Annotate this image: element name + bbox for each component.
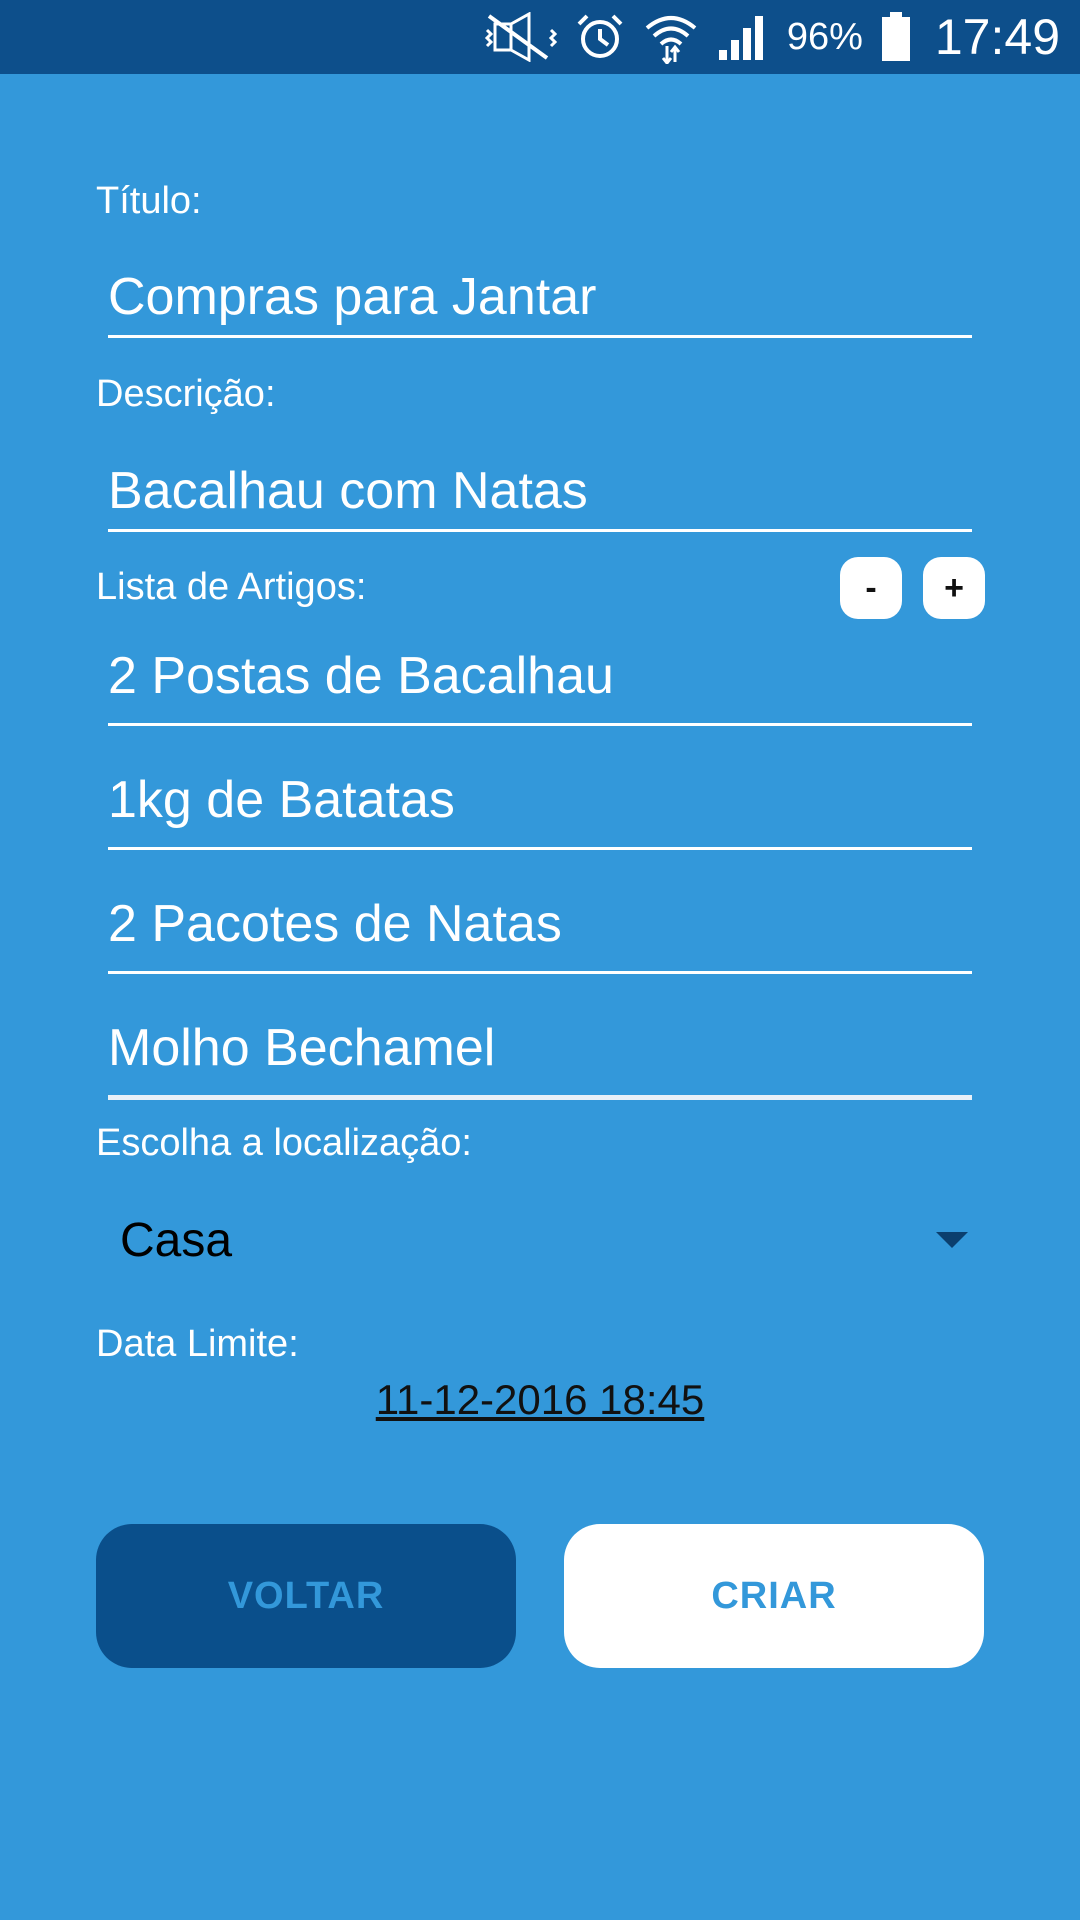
create-button[interactable]: CRIAR <box>564 1524 984 1668</box>
items-label: Lista de Artigos: <box>96 566 367 608</box>
clock: 17:49 <box>934 9 1060 65</box>
battery-percent: 96% <box>786 15 863 58</box>
remove-item-button[interactable]: - <box>840 557 902 619</box>
item-field-1[interactable]: 2 Postas de Bacalhau <box>108 628 972 726</box>
location-select[interactable]: Casa <box>108 1200 978 1280</box>
item-field-2[interactable]: 1kg de Batatas <box>108 752 972 850</box>
signal-icon <box>717 12 769 62</box>
battery-icon <box>881 12 911 62</box>
dropdown-arrow-icon <box>936 1232 968 1248</box>
alarm-icon <box>575 12 625 62</box>
description-label: Descrição: <box>96 373 276 415</box>
location-label: Escolha a localização: <box>96 1122 472 1164</box>
add-item-button[interactable]: + <box>923 557 985 619</box>
back-button[interactable]: VOLTAR <box>96 1524 516 1668</box>
status-bar: 96% 17:49 <box>0 0 1080 74</box>
title-field[interactable]: Compras para Jantar <box>108 258 972 338</box>
deadline-date-link[interactable]: 11-12-2016 18:45 <box>0 1376 1080 1424</box>
mute-vibrate-icon <box>484 12 557 62</box>
item-field-4[interactable]: Molho Bechamel <box>108 1000 972 1100</box>
location-value: Casa <box>120 1213 233 1267</box>
item-field-3[interactable]: 2 Pacotes de Natas <box>108 876 972 974</box>
wifi-icon <box>643 10 699 64</box>
deadline-value[interactable]: 11-12-2016 18:45 <box>376 1376 705 1423</box>
title-label: Título: <box>96 180 202 222</box>
description-field[interactable]: Bacalhau com Natas <box>108 452 972 532</box>
deadline-label: Data Limite: <box>96 1323 299 1365</box>
